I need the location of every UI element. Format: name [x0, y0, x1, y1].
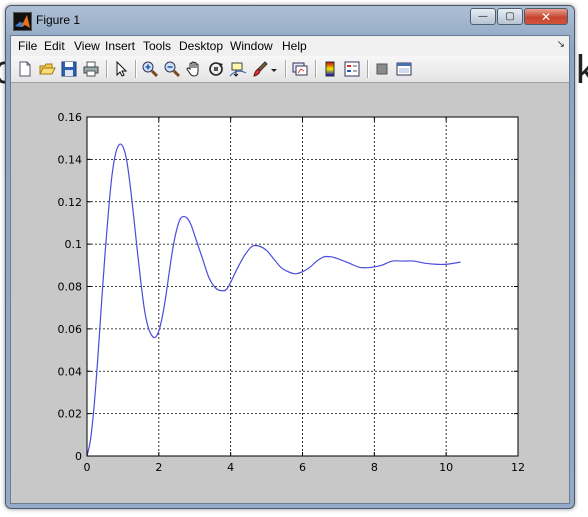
x-tick-label: 0 [84, 461, 91, 474]
y-tick-label: 0.16 [58, 111, 83, 124]
x-tick-label: 12 [511, 461, 525, 474]
x-tick-labels: 0 2 4 6 8 10 12 [84, 461, 526, 474]
figure-window: Figure 1 — ▢ ✕ File Edit View Insert Too… [5, 5, 575, 509]
minimize-icon: — [478, 11, 488, 22]
minimize-button[interactable]: — [470, 8, 496, 25]
y-tick-label: 0 [75, 450, 82, 463]
y-tick-labels: 0 0.02 0.04 0.06 0.08 0.1 0.12 0.14 0.16 [58, 111, 83, 463]
close-button[interactable]: ✕ [524, 8, 568, 25]
title-bar[interactable]: Figure 1 — ▢ ✕ [6, 6, 574, 34]
y-tick-label: 0.12 [58, 196, 83, 209]
y-tick-label: 0.1 [65, 238, 83, 251]
y-tick-label: 0.02 [58, 408, 83, 421]
figure-client-area: File Edit View Insert Tools Desktop Wind… [10, 35, 570, 504]
y-tick-label: 0.06 [58, 323, 83, 336]
y-tick-label: 0.04 [58, 365, 83, 378]
maximize-icon: ▢ [505, 11, 515, 22]
background-text-right: k [576, 48, 588, 92]
x-tick-label: 6 [299, 461, 306, 474]
x-tick-label: 8 [371, 461, 378, 474]
plot-area[interactable]: 0 2 4 6 8 10 12 0 0.02 0.04 0.06 0.08 0.1 0.12 0.14 0.… [11, 36, 569, 503]
x-tick-label: 4 [227, 461, 234, 474]
maximize-button[interactable]: ▢ [497, 8, 523, 25]
close-icon: ✕ [540, 9, 552, 24]
x-tick-label: 10 [439, 461, 453, 474]
y-tick-label: 0.08 [58, 281, 83, 294]
y-tick-label: 0.14 [58, 153, 83, 166]
matlab-logo-icon [13, 12, 32, 31]
x-tick-label: 2 [155, 461, 162, 474]
window-title: Figure 1 [36, 13, 81, 27]
